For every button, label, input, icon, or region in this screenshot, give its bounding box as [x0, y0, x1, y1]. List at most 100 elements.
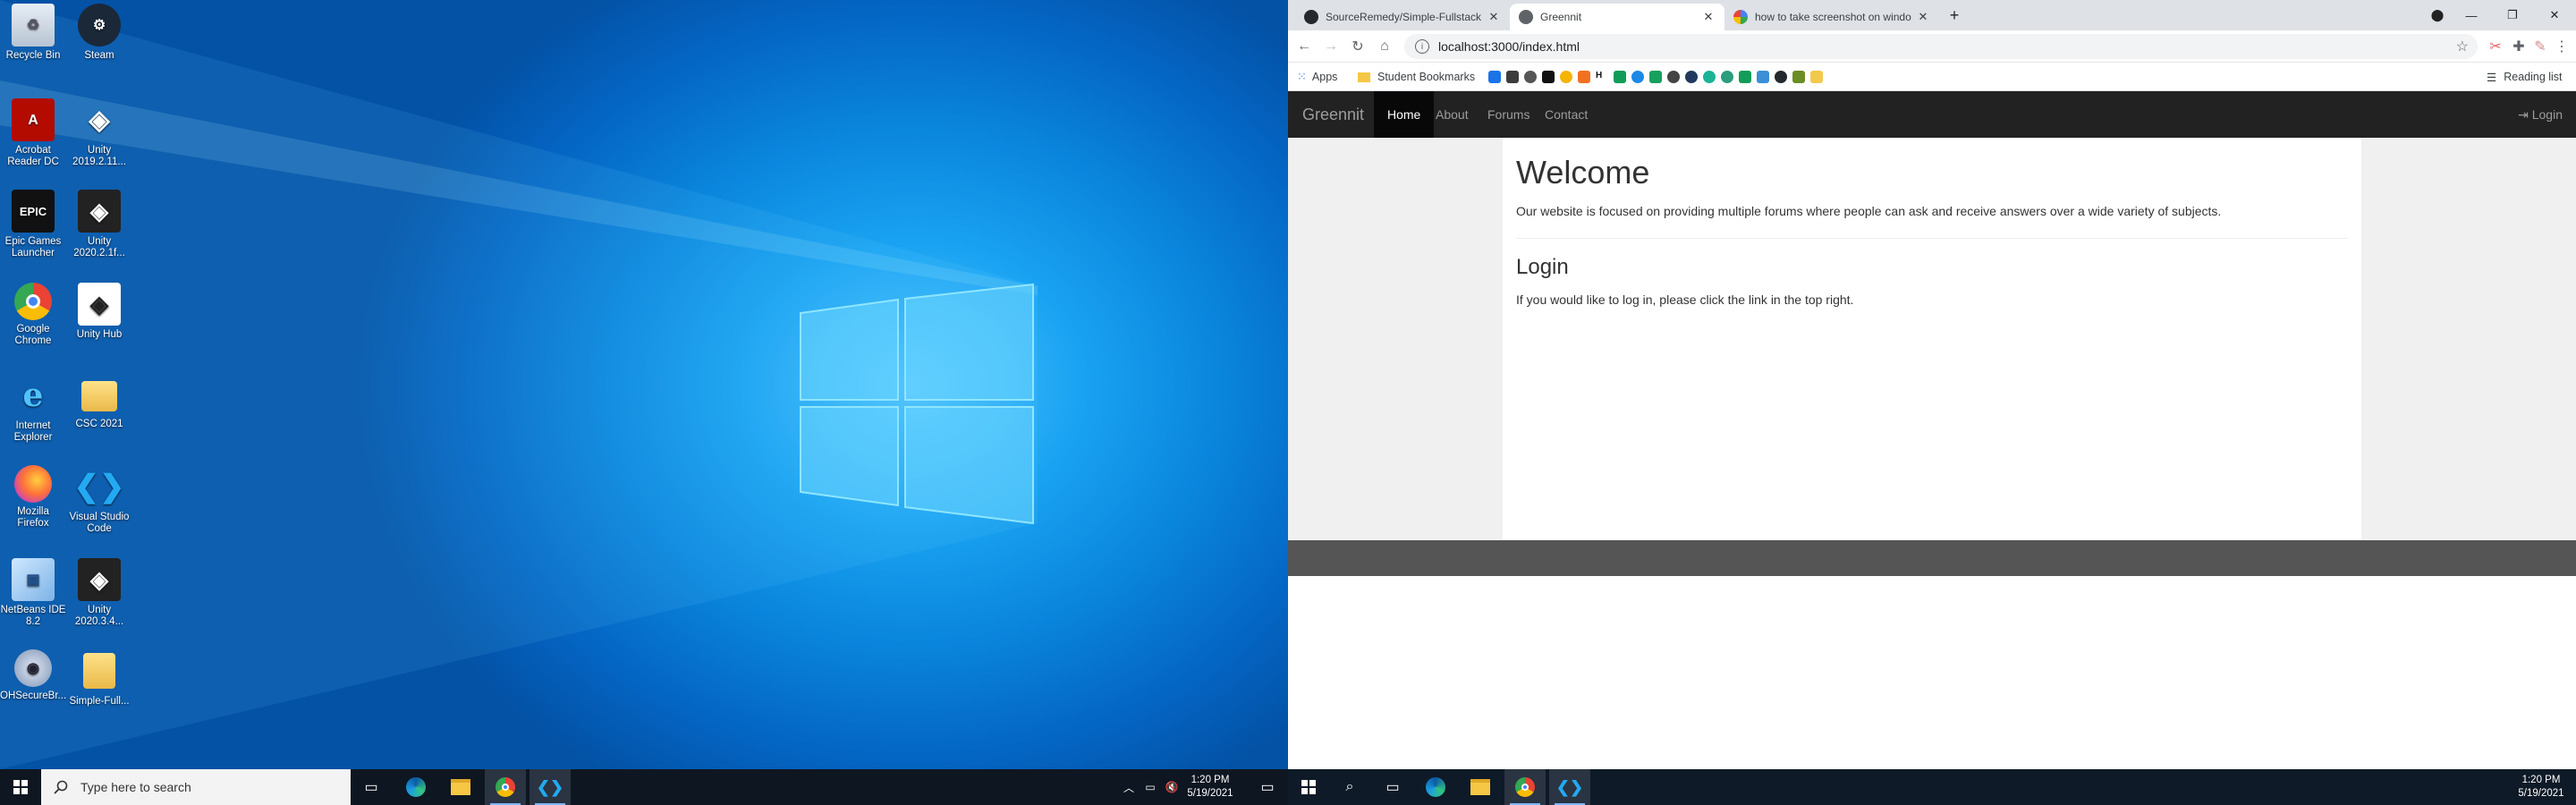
folder-icon [1358, 72, 1370, 82]
close-icon[interactable]: ✕ [1916, 10, 1930, 24]
close-window-button[interactable]: ✕ [2533, 0, 2576, 30]
kebab-menu-icon: ⋮ [2555, 39, 2569, 55]
taskbar-vscode[interactable]: ❮❯ [1549, 769, 1590, 805]
close-icon[interactable]: ✕ [1701, 10, 1716, 24]
desktop-icon-unity-2020-2[interactable]: ◈ Unity 2020.2.1f... [66, 190, 132, 259]
close-icon[interactable]: ✕ [1487, 10, 1501, 24]
reading-list[interactable]: ☰ Reading list [2487, 70, 2563, 84]
search-icon: ⌕ [1345, 779, 1354, 794]
desktop-icon-chrome[interactable]: Google Chrome [0, 283, 66, 347]
forward-button[interactable]: → [1318, 34, 1343, 59]
chrome-icon [14, 283, 52, 320]
bookmark-icon[interactable] [1488, 71, 1501, 83]
reading-list-icon: ☰ [2487, 71, 2497, 84]
bookmark-icon[interactable] [1757, 71, 1769, 83]
desktop-icon-recycle-bin[interactable]: ♻ Recycle Bin [0, 4, 66, 62]
info-icon: i [1415, 39, 1429, 54]
bookmark-icon[interactable] [1506, 71, 1519, 83]
plus-icon: + [1949, 5, 1960, 24]
toolbar: ← → ↻ ⌂ i localhost:3000/index.html ☆ ✂ … [1288, 30, 2576, 63]
new-tab-button[interactable]: + [1941, 0, 1968, 30]
desktop-icon-unity-2019[interactable]: ◈ Unity 2019.2.11... [66, 98, 132, 168]
taskbar-chrome[interactable] [485, 769, 526, 805]
bookmark-student-folder[interactable]: Student Bookmarks [1358, 70, 1475, 84]
tab-search-button[interactable]: ⬤ [2424, 0, 2451, 30]
bookmark-icon[interactable] [1631, 71, 1644, 83]
back-button[interactable]: ← [1292, 34, 1317, 59]
address-bar[interactable]: i localhost:3000/index.html ☆ [1404, 34, 2478, 59]
desktop-icon-steam[interactable]: ⚙ Steam [66, 4, 132, 62]
taskbar-edge[interactable] [395, 769, 436, 805]
minimize-button[interactable]: — [2451, 0, 2492, 30]
bookmark-icon[interactable] [1721, 71, 1733, 83]
menu-button[interactable]: ⋮ [2549, 34, 2574, 59]
bookmark-icon[interactable] [1614, 71, 1626, 83]
bookmark-icon[interactable] [1560, 71, 1572, 83]
vscode-icon: ❮❯ [1555, 777, 1584, 796]
desktop-icon-unity-2020-3[interactable]: ◈ Unity 2020.3.4... [66, 558, 132, 628]
tab-google-search[interactable]: how to take screenshot on windo ✕ [1724, 4, 1939, 30]
task-view-button[interactable]: ▭ [351, 769, 392, 805]
start-button[interactable] [0, 769, 41, 805]
bookmark-icon[interactable] [1703, 71, 1716, 83]
network-button[interactable]: ▭ [1140, 769, 1161, 805]
taskbar-chrome[interactable] [1504, 769, 1546, 805]
taskbar-file-explorer[interactable] [1460, 769, 1501, 805]
taskbar-search-box[interactable]: Type here to search [41, 769, 351, 805]
taskbar-file-explorer[interactable] [440, 769, 481, 805]
right-clock[interactable]: 1:20 PM 5/19/2021 [2513, 774, 2569, 801]
bookmark-icon[interactable] [1524, 71, 1537, 83]
site-footer [1288, 540, 2576, 576]
bookmark-icon[interactable] [1810, 71, 1823, 83]
github-icon[interactable] [1775, 71, 1787, 83]
bookmark-icon[interactable]: H [1596, 71, 1608, 83]
nav-login[interactable]: ⇥ Login [2504, 91, 2576, 138]
home-button[interactable]: ⌂ [1372, 34, 1397, 59]
bookmark-icon[interactable] [1542, 71, 1555, 83]
taskbar-edge[interactable] [1415, 769, 1456, 805]
bookmark-icon[interactable] [1685, 71, 1698, 83]
notifications-button[interactable]: ▭ [1247, 769, 1288, 805]
desktop-icon-unity-hub[interactable]: ◈ Unity Hub [66, 283, 132, 341]
left-clock[interactable]: 1:20 PM 5/19/2021 [1182, 774, 1238, 801]
bookmark-icon[interactable] [1667, 71, 1680, 83]
desktop-icon-acrobat[interactable]: A Acrobat Reader DC [0, 98, 66, 168]
task-view-button[interactable]: ▭ [1372, 769, 1413, 805]
extension-adblock[interactable]: ✂ [2483, 34, 2508, 59]
reload-button[interactable]: ↻ [1345, 34, 1370, 59]
start-button[interactable] [1288, 769, 1329, 805]
site-brand[interactable]: Greennit [1302, 91, 1364, 138]
bookmark-icon[interactable] [1649, 71, 1662, 83]
bookmark-icon[interactable] [1739, 71, 1751, 83]
show-hidden-icons[interactable]: ︿ [1118, 769, 1140, 805]
taskbar-vscode[interactable]: ❮❯ [530, 769, 571, 805]
desktop-icon-csc-2021[interactable]: CSC 2021 [66, 374, 132, 430]
nav-about[interactable]: About [1422, 91, 1482, 138]
search-button[interactable]: ⌕ [1329, 769, 1370, 805]
desktop-icon-ohsecure[interactable]: ◉ OHSecureBr... [0, 649, 66, 702]
github-icon [1304, 10, 1318, 24]
left-desktop: ♻ Recycle Bin ⚙ Steam A Acrobat Reader D… [0, 0, 1288, 805]
minimize-icon: — [2465, 8, 2478, 22]
desktop-icon-epic-games[interactable]: EPIC Epic Games Launcher [0, 190, 66, 259]
desktop-icon-vscode[interactable]: ❮❯ Visual Studio Code [66, 465, 132, 535]
restore-button[interactable]: ❐ [2492, 0, 2533, 30]
bookmark-icon[interactable] [1578, 71, 1590, 83]
welcome-text: Our website is focused on providing mult… [1516, 204, 2222, 218]
star-icon[interactable]: ☆ [2456, 38, 2469, 55]
clock-time: 1:20 PM [1191, 775, 1230, 785]
tab-greennit[interactable]: Greennit ✕ [1510, 4, 1724, 30]
epic-games-icon: EPIC [12, 190, 55, 233]
desktop-icon-simple-full[interactable]: Simple-Full... [66, 649, 132, 708]
desktop-icon-internet-explorer[interactable]: e Internet Explorer [0, 374, 66, 444]
tab-github[interactable]: SourceRemedy/Simple-Fullstack ✕ [1295, 4, 1510, 30]
bookmark-icon[interactable] [1792, 71, 1805, 83]
nav-contact[interactable]: Contact [1531, 91, 1601, 138]
desktop-icon-netbeans[interactable]: ▣ NetBeans IDE 8.2 [0, 558, 66, 628]
reload-icon: ↻ [1352, 39, 1364, 55]
volume-button[interactable]: 🔇 [1161, 769, 1182, 805]
bookmark-apps[interactable]: ⁙ Apps [1297, 70, 1337, 84]
home-icon: ⌂ [1380, 38, 1389, 54]
desktop-icon-firefox[interactable]: Mozilla Firefox [0, 465, 66, 530]
bookmarks-bar: ⁙ Apps Student Bookmarks H ☰ Reading lis… [1288, 63, 2576, 91]
